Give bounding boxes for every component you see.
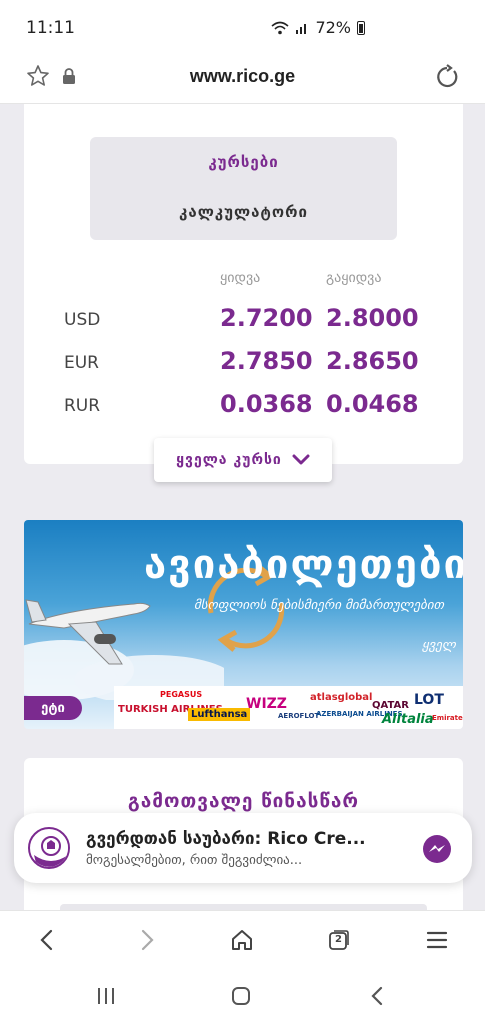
rate-row-usd: USD 2.7200 2.8000 [24, 302, 463, 342]
chat-popup[interactable]: გვერდთან საუბარი: Rico Cre... მოგესალმებ… [14, 813, 472, 883]
status-bar: 11:11 72% [0, 0, 485, 52]
rico-logo-icon [32, 831, 68, 867]
rates-card: კურსები კალკულატორი ყიდვა გაყიდვა USD 2.… [24, 104, 463, 464]
currency-code: USD [64, 310, 101, 330]
page-content: კურსები კალკულატორი ყიდვა გაყიდვა USD 2.… [0, 104, 485, 910]
sell-rate: 2.8000 [326, 304, 419, 332]
browser-toolbar: 2 [0, 910, 485, 968]
column-header-sell: გაყიდვა [326, 270, 382, 286]
buy-rate: 2.7850 [220, 347, 313, 375]
system-navigation-bar [0, 968, 485, 1024]
airline-logo: Emirates [432, 714, 463, 722]
rates-tab-box: კურსები კალკულატორი [90, 137, 397, 240]
airline-logo: AEROFLOT [278, 712, 320, 720]
battery-icon [357, 20, 365, 35]
rate-row-rur: RUR 0.0368 0.0468 [24, 388, 463, 428]
flights-banner[interactable]: ავიაბილეთები მსოფლიოს ნებისმიერი მიმართუ… [24, 520, 463, 729]
tab-rates[interactable]: კურსები [90, 153, 397, 171]
buy-rate: 0.0368 [220, 390, 313, 418]
rate-row-eur: EUR 2.7850 2.8650 [24, 345, 463, 385]
status-indicators: 72% [271, 18, 365, 37]
back-icon[interactable] [34, 927, 60, 953]
home-icon[interactable] [229, 927, 255, 953]
banner-corner-text: ყველ [422, 638, 456, 653]
all-rates-button[interactable]: ყველა კურსი [154, 438, 332, 482]
chat-title: გვერდთან საუბარი: Rico Cre... [86, 829, 366, 849]
currency-code: EUR [64, 353, 99, 373]
banner-title: ავიაბილეთები [144, 542, 463, 588]
buy-rate: 2.7200 [220, 304, 313, 332]
forward-icon[interactable] [134, 927, 160, 953]
menu-icon[interactable] [424, 927, 450, 953]
airline-logo: PEGASUS [160, 690, 203, 699]
tabs-button[interactable]: 2 [328, 929, 350, 951]
airline-logo: WIZZ [246, 696, 287, 712]
sell-rate: 2.8650 [326, 347, 419, 375]
airline-logos-strip: TURKISH AIRLINES PEGASUS Lufthansa WIZZ … [114, 686, 463, 729]
airline-logo: LOT [414, 692, 444, 708]
all-rates-label: ყველა კურსი [176, 452, 282, 468]
avatar [28, 827, 70, 869]
url-text[interactable]: www.rico.ge [0, 66, 485, 87]
back-button-icon[interactable] [366, 984, 390, 1008]
sell-rate: 0.0468 [326, 390, 419, 418]
messenger-icon[interactable] [422, 834, 452, 864]
wifi-icon [271, 21, 289, 34]
chat-subtitle: მოგესალმებით, რით შეგვიძლია... [86, 853, 303, 868]
battery-percent: 72% [315, 18, 351, 37]
signal-icon [296, 23, 307, 34]
tab-calculator[interactable]: კალკულატორი [90, 203, 397, 221]
tab-count: 2 [335, 934, 342, 945]
airplane-icon [25, 599, 151, 665]
reload-icon[interactable] [434, 64, 460, 90]
airline-logo: Alitalia [382, 712, 434, 727]
banner-subtitle: მსოფლიოს ნებისმიერი მიმართულებით [194, 598, 444, 613]
currency-code: RUR [64, 396, 101, 416]
column-header-buy: ყიდვა [220, 270, 261, 286]
recent-apps-icon[interactable] [94, 984, 118, 1008]
airline-logo: Lufthansa [188, 708, 251, 721]
airline-logo: QATAR [372, 700, 409, 711]
url-bar[interactable]: www.rico.ge [0, 52, 485, 104]
airline-logo: atlasglobal [310, 692, 373, 703]
chevron-down-icon [292, 454, 310, 465]
status-time: 11:11 [26, 18, 75, 38]
precalculate-title: გამოთვალე წინასწარ [127, 790, 360, 812]
home-button-icon[interactable] [229, 984, 253, 1008]
banner-tag: ეტი [24, 696, 82, 720]
